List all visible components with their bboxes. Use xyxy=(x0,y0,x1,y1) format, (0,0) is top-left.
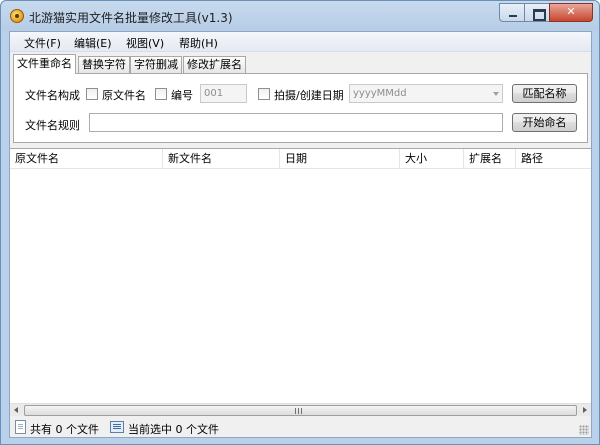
tab-trim-chars[interactable]: 字符删减 xyxy=(130,56,182,73)
client-area: 文件(F) 编辑(E) 视图(V) 帮助(H) 文件重命名 替换字符 字符删减 … xyxy=(9,31,592,438)
rule-input[interactable] xyxy=(89,113,503,132)
number-checkbox[interactable] xyxy=(155,88,167,100)
app-logo-icon[interactable] xyxy=(10,9,24,23)
tab-replace-chars[interactable]: 替换字符 xyxy=(78,56,130,73)
menu-file[interactable]: 文件(F) xyxy=(24,35,61,51)
chevron-down-icon xyxy=(493,92,499,96)
menu-help[interactable]: 帮助(H) xyxy=(179,35,218,51)
horizontal-scrollbar[interactable] xyxy=(10,403,591,416)
app-window: 北游猫实用文件名批量修改工具(v1.3) 文件(F) 编辑(E) 视图(V) 帮… xyxy=(0,0,600,445)
minimize-button[interactable] xyxy=(499,3,525,22)
start-rename-button[interactable]: 开始命名 xyxy=(512,113,577,132)
date-format-value: yyyyMMdd xyxy=(353,88,407,99)
tab-change-extension[interactable]: 修改扩展名 xyxy=(183,56,246,73)
maximize-button[interactable] xyxy=(524,3,550,22)
menu-view[interactable]: 视图(V) xyxy=(126,35,164,51)
rule-label: 文件名规则 xyxy=(25,119,80,132)
status-total-files: 共有 0 个文件 xyxy=(30,423,99,436)
date-checkbox[interactable] xyxy=(258,88,270,100)
list-icon xyxy=(110,421,124,433)
tab-file-rename[interactable]: 文件重命名 xyxy=(13,54,76,74)
date-format-select[interactable]: yyyyMMdd xyxy=(349,84,503,103)
column-path[interactable]: 路径 xyxy=(516,149,591,169)
date-label[interactable]: 拍摄/创建日期 xyxy=(274,87,344,103)
window-controls xyxy=(499,3,593,23)
resize-grip-icon[interactable] xyxy=(579,425,589,435)
number-start-input[interactable]: 001 xyxy=(200,84,247,103)
menu-edit[interactable]: 编辑(E) xyxy=(74,35,112,51)
rename-panel: 文件名构成 原文件名 编号 001 拍摄/创建日期 yyyyMMdd 匹配名称 … xyxy=(13,73,588,143)
match-name-button[interactable]: 匹配名称 xyxy=(512,84,577,103)
grip-icon xyxy=(295,408,304,414)
scroll-right-icon[interactable] xyxy=(578,404,591,417)
column-new-name[interactable]: 新文件名 xyxy=(163,149,280,169)
file-list[interactable]: 原文件名 新文件名 日期 大小 扩展名 路径 xyxy=(10,148,591,416)
column-extension[interactable]: 扩展名 xyxy=(464,149,516,169)
column-original-name[interactable]: 原文件名 xyxy=(10,149,163,169)
column-date[interactable]: 日期 xyxy=(280,149,400,169)
number-label[interactable]: 编号 xyxy=(171,87,193,103)
column-size[interactable]: 大小 xyxy=(400,149,464,169)
title-bar[interactable]: 北游猫实用文件名批量修改工具(v1.3) xyxy=(1,1,599,31)
menu-bar: 文件(F) 编辑(E) 视图(V) 帮助(H) xyxy=(10,32,591,52)
document-icon xyxy=(15,420,26,434)
window-title: 北游猫实用文件名批量修改工具(v1.3) xyxy=(29,11,233,25)
original-name-checkbox[interactable] xyxy=(86,88,98,100)
list-header: 原文件名 新文件名 日期 大小 扩展名 路径 xyxy=(10,149,591,169)
close-button[interactable] xyxy=(549,3,593,22)
scroll-left-icon[interactable] xyxy=(10,404,23,417)
composition-label: 文件名构成 xyxy=(25,89,80,102)
status-bar: 共有 0 个文件 当前选中 0 个文件 xyxy=(10,417,591,437)
status-selected-files: 当前选中 0 个文件 xyxy=(128,423,219,436)
original-name-label[interactable]: 原文件名 xyxy=(102,87,146,103)
scrollbar-thumb[interactable] xyxy=(24,405,577,416)
